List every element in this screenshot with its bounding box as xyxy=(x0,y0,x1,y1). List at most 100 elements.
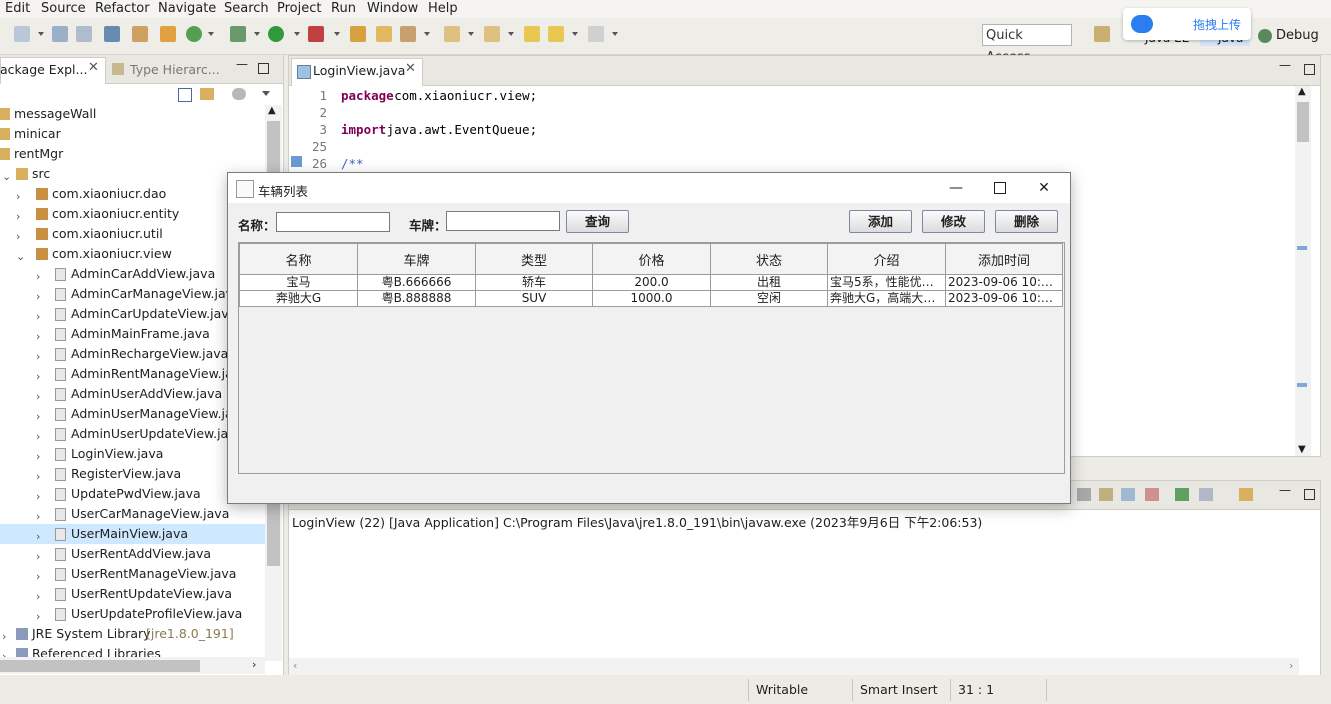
chevron-down-icon[interactable] xyxy=(334,32,340,36)
minimize-icon[interactable]: — xyxy=(1279,58,1291,72)
tree-item[interactable]: › com.xiaoniucr.util xyxy=(0,224,265,244)
scroll-down-icon[interactable]: ▼ xyxy=(1298,444,1306,455)
scroll-up-icon[interactable]: ▲ xyxy=(268,105,276,116)
save-all-icon[interactable] xyxy=(76,26,92,42)
tree-item[interactable]: ⌄ src xyxy=(0,164,265,184)
scroll-left-icon[interactable]: ‹ xyxy=(293,659,297,672)
minimize-icon[interactable]: — xyxy=(236,57,248,71)
close-icon[interactable]: ✕ xyxy=(405,61,416,76)
maximize-icon[interactable] xyxy=(1304,64,1315,75)
tree-item[interactable]: › com.xiaoniucr.entity xyxy=(0,204,265,224)
editor-vertical-scrollbar[interactable]: ▲ ▼ xyxy=(1295,86,1311,456)
new-icon[interactable] xyxy=(14,26,30,42)
tree-item[interactable]: › LoginView.java xyxy=(0,444,265,464)
column-header[interactable]: 添加时间 xyxy=(945,243,1063,275)
console-horizontal-scrollbar[interactable]: ‹ › xyxy=(289,658,1299,675)
window-title-bar[interactable]: 车辆列表 — ✕ xyxy=(228,173,1070,203)
tree-item[interactable]: › AdminCarManageView.java xyxy=(0,284,265,304)
tree-item[interactable]: › UserMainView.java xyxy=(0,524,265,544)
tree-item[interactable]: › Referenced Libraries xyxy=(0,644,265,657)
menu-run[interactable]: Run xyxy=(331,1,356,16)
quick-access-input[interactable]: Quick Access xyxy=(982,24,1072,65)
close-icon[interactable]: ✕ xyxy=(88,60,99,75)
chevron-down-icon[interactable] xyxy=(508,32,514,36)
scroll-lock-icon[interactable] xyxy=(1099,488,1113,501)
menu-help[interactable]: Help xyxy=(428,1,458,16)
skip-breakpoints-icon[interactable] xyxy=(132,26,148,42)
scroll-thumb[interactable] xyxy=(0,660,200,672)
tab-type-hierarchy-label[interactable]: Type Hierarc... xyxy=(130,62,220,77)
column-header[interactable]: 介绍 xyxy=(827,243,946,275)
forward-arrow-icon[interactable] xyxy=(588,26,604,42)
add-button[interactable]: 添加 xyxy=(849,210,912,233)
maximize-icon[interactable] xyxy=(1304,489,1315,500)
chevron-down-icon[interactable] xyxy=(208,32,214,36)
maximize-window-button[interactable] xyxy=(978,178,1022,198)
minimize-window-button[interactable]: — xyxy=(934,178,978,198)
left-horizontal-scrollbar[interactable]: › xyxy=(0,657,265,674)
edit-button[interactable]: 修改 xyxy=(922,210,985,233)
chevron-down-icon[interactable] xyxy=(38,32,44,36)
tree-item[interactable]: › UserUpdateProfileView.java xyxy=(0,604,265,624)
menu-search[interactable]: Search xyxy=(224,1,269,16)
save-icon[interactable] xyxy=(52,26,68,42)
tree-item[interactable]: › AdminRechargeView.java xyxy=(0,344,265,364)
chevron-down-icon[interactable] xyxy=(612,32,618,36)
delete-button[interactable]: 删除 xyxy=(995,210,1058,233)
run-external-icon[interactable] xyxy=(308,26,324,42)
console-clear-icon[interactable] xyxy=(1077,488,1091,501)
last-edit-icon[interactable] xyxy=(524,26,540,42)
tree-item[interactable]: › AdminRentManageView.java xyxy=(0,364,265,384)
open-perspective-icon[interactable] xyxy=(1094,26,1110,42)
view-menu-icon[interactable] xyxy=(262,91,270,96)
tree-item[interactable]: › UpdatePwdView.java xyxy=(0,484,265,504)
chevron-down-icon[interactable] xyxy=(254,32,260,36)
minimize-icon[interactable]: — xyxy=(1279,483,1291,497)
perspective-debug[interactable]: Debug xyxy=(1276,28,1319,43)
display-console-icon[interactable] xyxy=(1199,488,1213,501)
drag-upload-button[interactable]: 拖拽上传 xyxy=(1123,8,1251,40)
table-row[interactable]: 宝马 粤B.666666 轿车 200.0 出租 宝马5系，性能优越。 2023-09-06… xyxy=(239,274,1063,291)
tree-item[interactable]: › UserCarManageView.java xyxy=(0,504,265,524)
next-annotation-icon[interactable] xyxy=(444,26,460,42)
menu-project[interactable]: Project xyxy=(277,1,321,16)
tree-item[interactable]: › JRE System Library [jre1.8.0_191] xyxy=(0,624,265,644)
chevron-down-icon[interactable] xyxy=(572,32,578,36)
tree-item[interactable]: › UserRentAddView.java xyxy=(0,544,265,564)
code-area[interactable]: 1 package com.xiaoniucr.view; 2 3 import jav… xyxy=(289,87,1289,177)
menu-refactor[interactable]: Refactor xyxy=(95,1,150,16)
build-icon[interactable] xyxy=(160,26,176,42)
word-wrap-icon[interactable] xyxy=(1121,488,1135,501)
terminate-icon[interactable] xyxy=(1145,488,1159,501)
name-input[interactable] xyxy=(276,212,390,232)
prev-annotation-icon[interactable] xyxy=(484,26,500,42)
scroll-right-icon[interactable]: › xyxy=(1289,659,1293,672)
tree-item[interactable]: › UserRentManageView.java xyxy=(0,564,265,584)
new-package-icon[interactable] xyxy=(350,26,366,42)
scroll-up-icon[interactable]: ▲ xyxy=(1298,86,1306,97)
link-editor-icon[interactable] xyxy=(200,88,214,100)
close-window-button[interactable]: ✕ xyxy=(1022,178,1066,198)
menu-navigate[interactable]: Navigate xyxy=(158,1,216,16)
run-icon[interactable] xyxy=(268,26,284,42)
query-button[interactable]: 查询 xyxy=(566,210,629,233)
open-type-icon[interactable] xyxy=(400,26,416,42)
tree-item[interactable]: › AdminUserAddView.java xyxy=(0,384,265,404)
tree-item[interactable]: › AdminMainFrame.java xyxy=(0,324,265,344)
print-icon[interactable] xyxy=(104,26,120,42)
scroll-right-icon[interactable]: › xyxy=(252,658,256,671)
column-header[interactable]: 价格 xyxy=(592,243,711,275)
tree-item[interactable]: › UserRentUpdateView.java xyxy=(0,584,265,604)
tree-item[interactable]: minicar xyxy=(0,124,265,144)
open-folder-icon[interactable] xyxy=(376,26,392,42)
menu-edit[interactable]: Edit xyxy=(5,1,30,16)
tree-item[interactable]: › AdminUserManageView.java xyxy=(0,404,265,424)
tree-item[interactable]: › AdminUserUpdateView.java xyxy=(0,424,265,444)
open-console-icon[interactable] xyxy=(1239,488,1253,501)
tree-item[interactable]: › com.xiaoniucr.dao xyxy=(0,184,265,204)
tree-item[interactable]: › AdminCarUpdateView.java xyxy=(0,304,265,324)
collapse-all-icon[interactable] xyxy=(178,88,192,102)
chevron-down-icon[interactable] xyxy=(468,32,474,36)
tree-item[interactable]: rentMgr xyxy=(0,144,265,164)
chevron-right-icon[interactable]: › xyxy=(2,647,6,657)
